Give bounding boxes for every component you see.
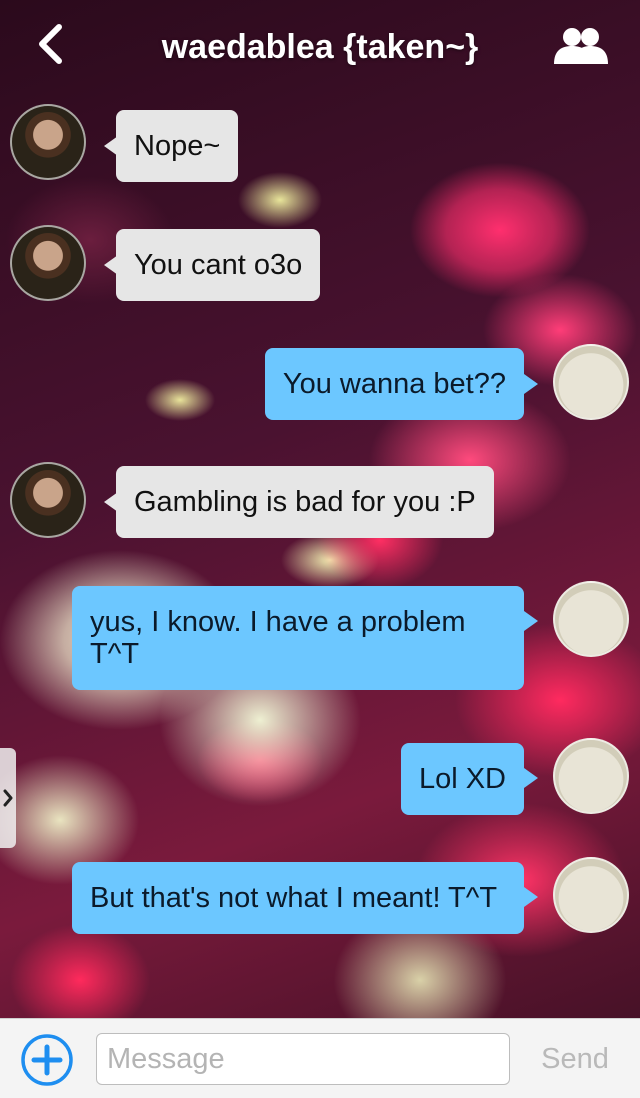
group-icon xyxy=(554,28,608,64)
contact-avatar[interactable] xyxy=(10,462,86,538)
contact-avatar[interactable] xyxy=(10,104,86,180)
user-avatar[interactable] xyxy=(553,857,629,933)
contact-avatar[interactable] xyxy=(10,225,86,301)
bubble-tail xyxy=(524,611,538,631)
plus-circle-icon xyxy=(21,1034,73,1086)
user-avatar[interactable] xyxy=(553,581,629,657)
side-drawer-handle[interactable] xyxy=(0,748,16,848)
group-members-button[interactable] xyxy=(550,26,612,66)
message-bubble-outgoing[interactable]: yus, I know. I have a problem T^T xyxy=(72,586,524,690)
chat-header: waedablea {taken~} xyxy=(0,0,640,90)
bubble-tail xyxy=(524,374,538,394)
message-bubble-outgoing[interactable]: But that's not what I meant! T^T xyxy=(72,862,524,934)
message-bubble-outgoing[interactable]: You wanna bet?? xyxy=(264,348,524,420)
back-button[interactable] xyxy=(30,22,70,66)
message-bubble-incoming[interactable]: You cant o3o xyxy=(116,229,321,301)
message-bubble-outgoing[interactable]: Lol XD xyxy=(400,743,524,815)
chevron-left-icon xyxy=(39,24,62,64)
chat-title: waedablea {taken~} xyxy=(161,28,479,66)
send-button[interactable]: Send xyxy=(530,1033,620,1085)
bubble-tail xyxy=(524,768,538,788)
message-bubble-incoming[interactable]: Nope~ xyxy=(116,110,239,182)
chevron-right-icon xyxy=(3,789,13,807)
message-bubble-incoming[interactable]: Gambling is bad for you :P xyxy=(116,466,494,538)
add-attachment-button[interactable] xyxy=(20,1033,74,1087)
message-input[interactable] xyxy=(96,1033,510,1085)
bubble-tail xyxy=(524,887,538,907)
message-composer: Send xyxy=(0,1018,640,1098)
user-avatar[interactable] xyxy=(553,738,629,814)
user-avatar[interactable] xyxy=(553,344,629,420)
